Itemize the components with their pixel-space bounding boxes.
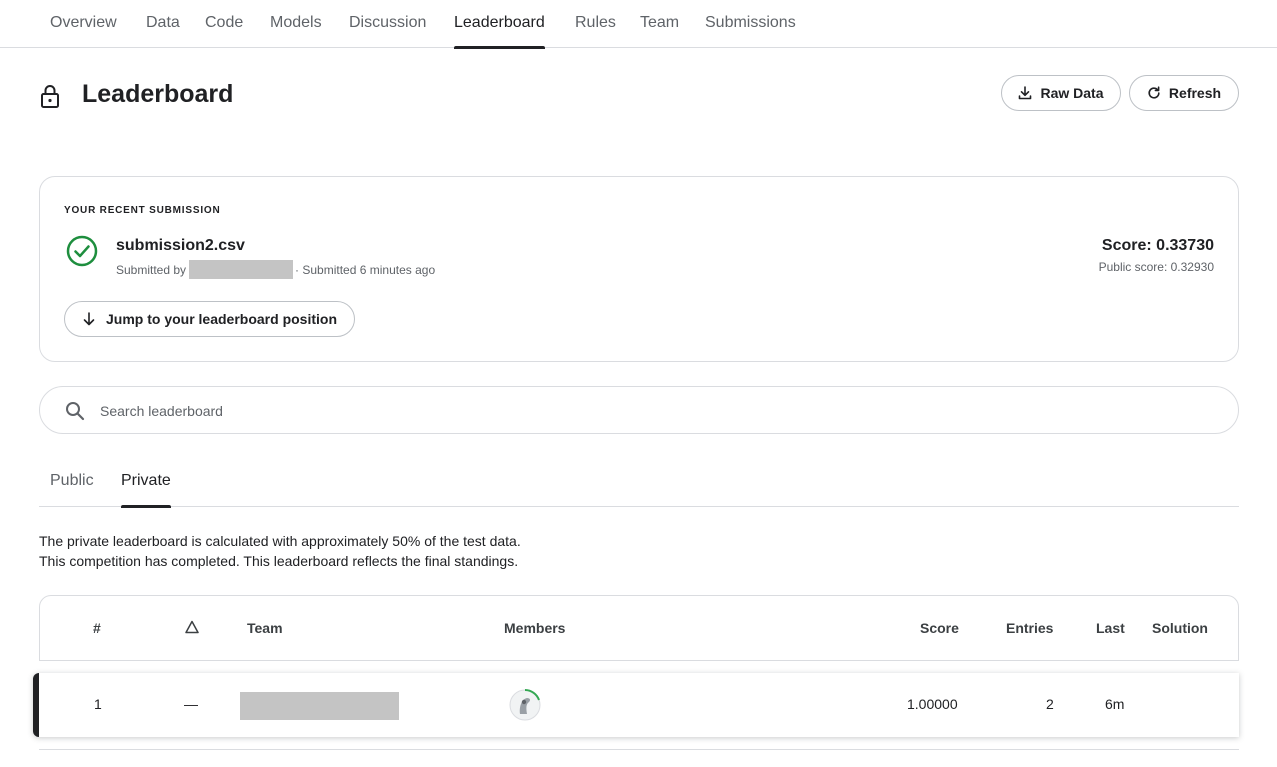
header-team[interactable]: Team: [247, 620, 283, 636]
tab-private[interactable]: Private: [121, 472, 171, 508]
tab-team[interactable]: Team: [640, 0, 679, 48]
header-members: Members: [504, 620, 566, 636]
header-entries[interactable]: Entries: [1006, 620, 1053, 636]
competition-nav: Overview Data Code Models Discussion Lea…: [0, 0, 1277, 49]
tab-overview[interactable]: Overview: [50, 0, 117, 48]
tab-public[interactable]: Public: [50, 472, 94, 507]
download-icon: [1019, 86, 1032, 100]
refresh-label: Refresh: [1168, 85, 1222, 101]
lock-icon: [41, 85, 59, 108]
tab-leaderboard[interactable]: Leaderboard: [454, 0, 545, 49]
submission-score: Score: 0.33730: [1101, 237, 1214, 254]
raw-data-label: Raw Data: [1040, 85, 1104, 101]
table-row[interactable]: 1 — 1.00000 2 6m: [33, 673, 1239, 737]
submission-meta: Submitted by · Submitted 6 minutes ago: [116, 260, 435, 279]
header-score[interactable]: Score: [920, 620, 959, 636]
tab-code[interactable]: Code: [205, 0, 243, 48]
refresh-icon: [1148, 86, 1160, 99]
check-circle-icon: [66, 235, 98, 267]
leaderboard-info-line-2: This competition has completed. This lea…: [39, 553, 519, 569]
tab-data[interactable]: Data: [146, 0, 180, 48]
header-last[interactable]: Last: [1096, 620, 1125, 636]
table-bottom-divider: [39, 749, 1239, 750]
arrow-down-icon: [83, 312, 95, 326]
search-bar: [39, 386, 1239, 434]
raw-data-button[interactable]: Raw Data: [1001, 75, 1121, 111]
leaderboard-table-header: # Team Members Score Entries Last Soluti…: [39, 595, 1239, 661]
header-rank[interactable]: #: [93, 620, 101, 636]
redacted-username: [189, 260, 294, 279]
tab-models[interactable]: Models: [270, 0, 322, 48]
recent-submission-heading: YOUR RECENT SUBMISSION: [64, 205, 221, 216]
leaderboard-tabs: Public Private: [39, 464, 1239, 508]
leaderboard-info-line-1: The private leaderboard is calculated wi…: [39, 533, 521, 549]
search-icon: [66, 402, 85, 421]
row-rank: 1: [94, 696, 102, 712]
submitted-by-label: Submitted by: [116, 262, 187, 277]
avatar[interactable]: [508, 688, 542, 722]
row-entries: 2: [1046, 696, 1054, 712]
delta-icon[interactable]: [185, 620, 199, 634]
tab-submissions[interactable]: Submissions: [705, 0, 796, 48]
row-score: 1.00000: [907, 696, 958, 712]
row-delta: —: [184, 696, 198, 712]
submitted-time: · Submitted 6 minutes ago: [295, 262, 436, 277]
search-input[interactable]: [100, 399, 1200, 423]
jump-to-position-button[interactable]: Jump to your leaderboard position: [64, 301, 355, 337]
tab-rules[interactable]: Rules: [575, 0, 616, 48]
tab-discussion[interactable]: Discussion: [349, 0, 426, 48]
refresh-button[interactable]: Refresh: [1129, 75, 1239, 111]
recent-submission-card: YOUR RECENT SUBMISSION submission2.csv S…: [39, 176, 1239, 362]
submission-file-name: submission2.csv: [116, 237, 245, 254]
page-title: Leaderboard: [82, 80, 234, 108]
jump-label: Jump to your leaderboard position: [105, 311, 338, 327]
submission-public-score: Public score: 0.32930: [1098, 260, 1214, 274]
row-last: 6m: [1105, 696, 1125, 712]
redacted-team-name: [240, 692, 399, 720]
header-solution: Solution: [1152, 620, 1208, 636]
